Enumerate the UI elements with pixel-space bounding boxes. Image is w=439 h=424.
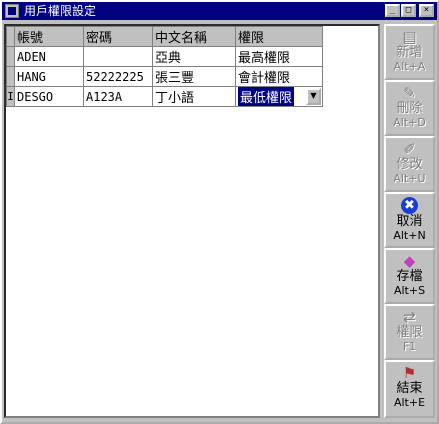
cell-password[interactable]: [83, 46, 153, 67]
minimize-button[interactable]: _: [385, 4, 400, 17]
cell-account[interactable]: ADEN: [14, 46, 84, 67]
save-button-shortcut: Alt+S: [393, 284, 426, 297]
table-row[interactable]: ADEN 亞典 最高權限: [6, 46, 323, 67]
title-bar[interactable]: 用戶權限設定 _ □ ×: [2, 2, 437, 20]
cancel-button-shortcut: Alt+N: [393, 229, 426, 242]
main-window: 用戶權限設定 _ □ × 帳號 密碼 中文名稱 權限 ADEN 亞典 最高權限 …: [0, 0, 439, 424]
edit-button-shortcut: Alt+U: [393, 172, 426, 185]
cell-name[interactable]: 丁小語: [152, 86, 236, 107]
exit-icon: ⚑: [402, 364, 417, 382]
cell-name[interactable]: 亞典: [152, 46, 236, 67]
window-icon: [5, 4, 19, 18]
cell-permission[interactable]: 最高權限: [235, 46, 323, 67]
user-table: 帳號 密碼 中文名稱 權限 ADEN 亞典 最高權限 HANG 52222225…: [6, 26, 323, 107]
permission-dropdown[interactable]: 最低權限 ▼: [235, 86, 323, 107]
cell-permission[interactable]: 會計權限: [235, 66, 323, 87]
column-header-permission[interactable]: 權限: [235, 26, 323, 47]
add-record-icon: ▤: [402, 28, 417, 46]
edit-button-label: 修改: [396, 157, 423, 172]
permission-button[interactable]: ⇄ 權限 F1: [384, 304, 435, 360]
header-indicator: [6, 26, 15, 47]
cancel-button[interactable]: ✖ 取消 Alt+N: [384, 192, 435, 248]
delete-button[interactable]: ✎ 刪除 Alt+D: [384, 80, 435, 136]
save-icon: ◆: [403, 252, 416, 270]
cancel-button-label: 取消: [396, 214, 423, 229]
delete-icon: ✎: [403, 84, 416, 102]
cell-name[interactable]: 張三豐: [152, 66, 236, 87]
table-row-current[interactable]: I DESGO A123A 丁小語 最低權限 ▼: [6, 86, 323, 107]
delete-button-label: 刪除: [396, 101, 423, 116]
current-row-indicator[interactable]: I: [6, 86, 15, 107]
maximize-button[interactable]: □: [401, 4, 416, 17]
cell-password[interactable]: A123A: [83, 86, 153, 107]
window-title: 用戶權限設定: [24, 4, 97, 18]
dropdown-selected-value: 最低權限: [238, 87, 295, 106]
add-button[interactable]: ▤ 新增 Alt+A: [384, 24, 435, 80]
delete-button-shortcut: Alt+D: [393, 116, 426, 129]
cell-account[interactable]: HANG: [14, 66, 84, 87]
column-header-name[interactable]: 中文名稱: [152, 26, 236, 47]
exit-button-shortcut: Alt+E: [393, 396, 426, 409]
permission-button-label: 權限: [396, 325, 423, 340]
table-row[interactable]: HANG 52222225 張三豐 會計權限: [6, 66, 323, 87]
column-header-password[interactable]: 密碼: [83, 26, 153, 47]
cancel-icon: ✖: [401, 197, 418, 214]
edit-icon: ✐: [403, 140, 416, 158]
action-toolbar: ▤ 新增 Alt+A ✎ 刪除 Alt+D ✐ 修改 Alt+U ✖ 取消 Al…: [384, 24, 435, 420]
cell-password[interactable]: 52222225: [83, 66, 153, 87]
add-button-label: 新增: [396, 45, 423, 60]
row-indicator[interactable]: [6, 46, 15, 67]
data-grid[interactable]: 帳號 密碼 中文名稱 權限 ADEN 亞典 最高權限 HANG 52222225…: [4, 24, 380, 418]
column-header-account[interactable]: 帳號: [14, 26, 84, 47]
save-button[interactable]: ◆ 存檔 Alt+S: [384, 248, 435, 304]
permission-button-shortcut: F1: [402, 340, 417, 353]
exit-button-label: 結束: [396, 381, 423, 396]
exit-button[interactable]: ⚑ 結束 Alt+E: [384, 360, 435, 418]
cell-account[interactable]: DESGO: [14, 86, 84, 107]
edit-button[interactable]: ✐ 修改 Alt+U: [384, 136, 435, 192]
add-button-shortcut: Alt+A: [393, 60, 426, 73]
permission-icon: ⇄: [403, 308, 416, 326]
close-button[interactable]: ×: [419, 4, 434, 17]
header-row: 帳號 密碼 中文名稱 權限: [6, 26, 323, 47]
row-indicator[interactable]: [6, 66, 15, 87]
chevron-down-icon[interactable]: ▼: [306, 88, 321, 105]
save-button-label: 存檔: [396, 269, 423, 284]
